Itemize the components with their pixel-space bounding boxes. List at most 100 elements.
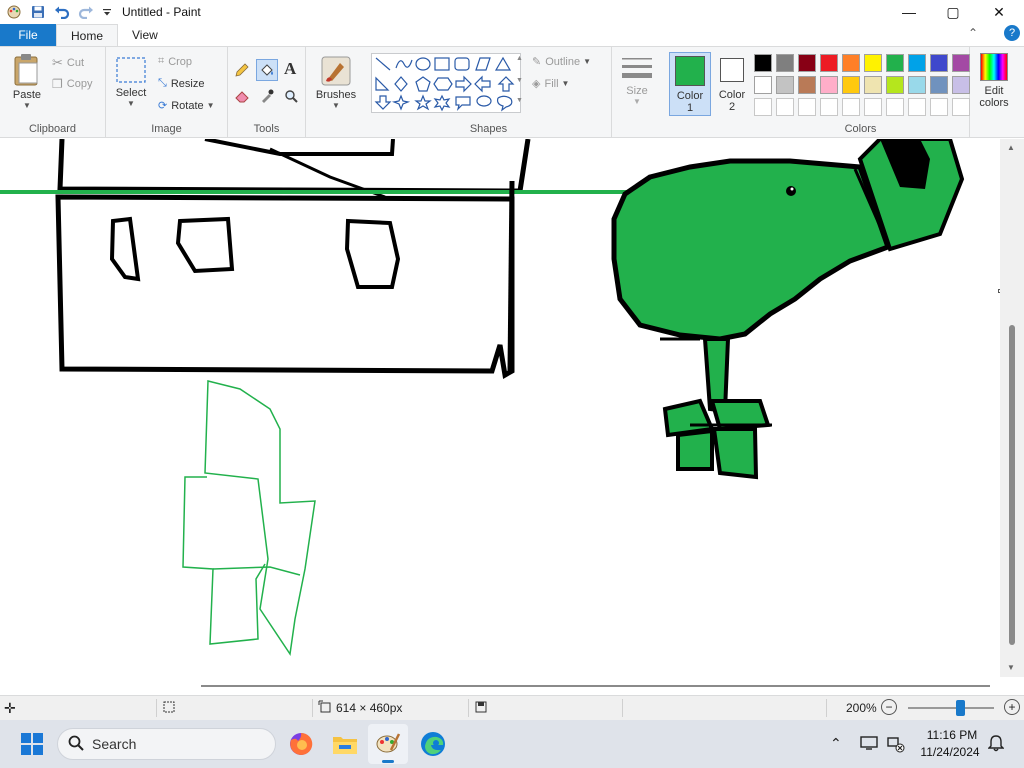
zoom-in-button[interactable]: +: [1004, 699, 1020, 715]
scroll-down-arrow-icon[interactable]: ▼: [1007, 663, 1015, 672]
shapes-scroll-down-icon[interactable]: ▼: [516, 77, 523, 84]
taskbar-search[interactable]: Search: [57, 728, 276, 760]
brushes-button[interactable]: Brushes ▼: [314, 55, 358, 110]
custom-color-slot[interactable]: [908, 98, 926, 116]
custom-color-slot[interactable]: [952, 98, 970, 116]
display-icon[interactable]: [860, 735, 878, 754]
help-icon[interactable]: ?: [1004, 25, 1020, 41]
outline-button[interactable]: ✎ Outline ▼: [532, 55, 591, 69]
palette-swatch[interactable]: [754, 54, 772, 72]
palette-swatch[interactable]: [930, 76, 948, 94]
select-dropdown-icon[interactable]: ▼: [127, 99, 135, 108]
horizontal-scroll-thumb[interactable]: [201, 685, 990, 687]
save-icon[interactable]: [28, 2, 48, 22]
tools-group: A Tools: [228, 47, 306, 137]
color2-button[interactable]: Color 2: [713, 52, 751, 116]
redo-icon[interactable]: [76, 2, 96, 22]
custom-color-slot[interactable]: [842, 98, 860, 116]
fill-button[interactable]: ◈ Fill ▼: [532, 77, 569, 91]
vertical-scroll-thumb[interactable]: [1009, 325, 1015, 645]
select-button[interactable]: Select ▼: [114, 57, 148, 108]
palette-swatch[interactable]: [930, 54, 948, 72]
shapes-scroll-up-icon[interactable]: ▲: [516, 55, 523, 62]
fill-bucket-icon[interactable]: [256, 59, 278, 81]
custom-color-slot[interactable]: [864, 98, 882, 116]
cut-button[interactable]: ✂ Cut: [52, 55, 84, 71]
palette-swatch[interactable]: [952, 54, 970, 72]
scissors-icon: ✂: [52, 55, 63, 70]
custom-color-slot[interactable]: [798, 98, 816, 116]
edge-icon[interactable]: [419, 730, 447, 761]
zoom-out-button[interactable]: −: [881, 699, 897, 715]
size-button[interactable]: Size ▼: [618, 55, 656, 106]
zoom-slider-track[interactable]: [908, 707, 994, 709]
shapes-gallery[interactable]: [371, 53, 521, 113]
rotate-dropdown-icon[interactable]: ▼: [207, 101, 215, 110]
palette-swatch[interactable]: [864, 54, 882, 72]
brushes-dropdown-icon[interactable]: ▼: [332, 101, 340, 110]
custom-color-slot[interactable]: [754, 98, 772, 116]
undo-icon[interactable]: [52, 2, 72, 22]
tab-file[interactable]: File: [0, 24, 56, 46]
copy-button[interactable]: ❐ Copy: [52, 77, 92, 91]
palette-swatch[interactable]: [886, 76, 904, 94]
custom-color-slot[interactable]: [776, 98, 794, 116]
palette-swatch[interactable]: [886, 54, 904, 72]
ribbon-tabs: File Home View ⌃ ?: [0, 24, 1024, 46]
custom-color-slot[interactable]: [930, 98, 948, 116]
rotate-button[interactable]: ⟳ Rotate ▼: [158, 99, 215, 113]
file-explorer-icon[interactable]: [331, 731, 359, 760]
zoom-slider-thumb[interactable]: [955, 700, 965, 716]
paste-dropdown-icon[interactable]: ▼: [23, 101, 31, 110]
close-button[interactable]: ✕: [976, 0, 1022, 24]
tab-home[interactable]: Home: [56, 24, 119, 46]
resize-button[interactable]: ⤡ Resize: [158, 77, 204, 90]
color1-button[interactable]: Color 1: [669, 52, 711, 116]
palette-swatch[interactable]: [908, 54, 926, 72]
palette-swatch[interactable]: [798, 54, 816, 72]
palette-swatch[interactable]: [842, 76, 860, 94]
tab-view[interactable]: View: [118, 24, 172, 46]
network-disconnected-icon[interactable]: [886, 735, 906, 756]
palette-swatch[interactable]: [798, 76, 816, 94]
palette-swatch[interactable]: [820, 54, 838, 72]
vertical-scrollbar[interactable]: ▲ ▼: [1000, 139, 1024, 677]
crop-icon: ⌗: [158, 55, 165, 67]
clock-date[interactable]: 11/24/2024: [916, 745, 984, 759]
firefox-icon[interactable]: [288, 731, 314, 760]
palette-swatch[interactable]: [952, 76, 970, 94]
color-picker-icon[interactable]: [260, 89, 274, 103]
clock-time[interactable]: 11:16 PM: [920, 728, 984, 742]
tray-chevron-up-icon[interactable]: ⌃: [830, 735, 842, 752]
crop-button[interactable]: ⌗ Crop: [158, 55, 192, 68]
scroll-up-arrow-icon[interactable]: ▲: [1007, 143, 1015, 152]
quick-access-dropdown-icon[interactable]: [100, 2, 114, 22]
magnifier-icon[interactable]: [284, 89, 298, 103]
copy-label: Copy: [66, 78, 93, 90]
eraser-icon[interactable]: [234, 89, 250, 103]
windows-start-icon[interactable]: [20, 732, 44, 759]
notification-bell-icon[interactable]: [987, 734, 1005, 755]
collapse-ribbon-icon[interactable]: ⌃: [968, 26, 978, 40]
paint-taskbar-button[interactable]: [368, 724, 408, 764]
text-tool-icon[interactable]: A: [284, 59, 296, 79]
palette-swatch[interactable]: [864, 76, 882, 94]
palette-swatch[interactable]: [776, 76, 794, 94]
maximize-button[interactable]: ▢: [930, 0, 976, 24]
custom-color-slot[interactable]: [886, 98, 904, 116]
minimize-button[interactable]: —: [886, 0, 932, 24]
paste-button[interactable]: Paste ▼: [8, 53, 46, 110]
horizontal-scrollbar[interactable]: [0, 677, 1024, 695]
edit-colors-button[interactable]: Edit colors: [974, 53, 1014, 109]
resize-icon: ⤡: [158, 77, 167, 89]
palette-swatch[interactable]: [754, 76, 772, 94]
palette-swatch[interactable]: [776, 54, 794, 72]
custom-color-slot[interactable]: [820, 98, 838, 116]
pencil-icon[interactable]: [234, 62, 250, 78]
palette-swatch[interactable]: [908, 76, 926, 94]
palette-swatch[interactable]: [842, 54, 860, 72]
paint-app-icon[interactable]: [4, 2, 24, 22]
palette-swatch[interactable]: [820, 76, 838, 94]
drawing-canvas[interactable]: [0, 139, 1000, 677]
shapes-expand-icon[interactable]: ▼: [516, 97, 523, 104]
